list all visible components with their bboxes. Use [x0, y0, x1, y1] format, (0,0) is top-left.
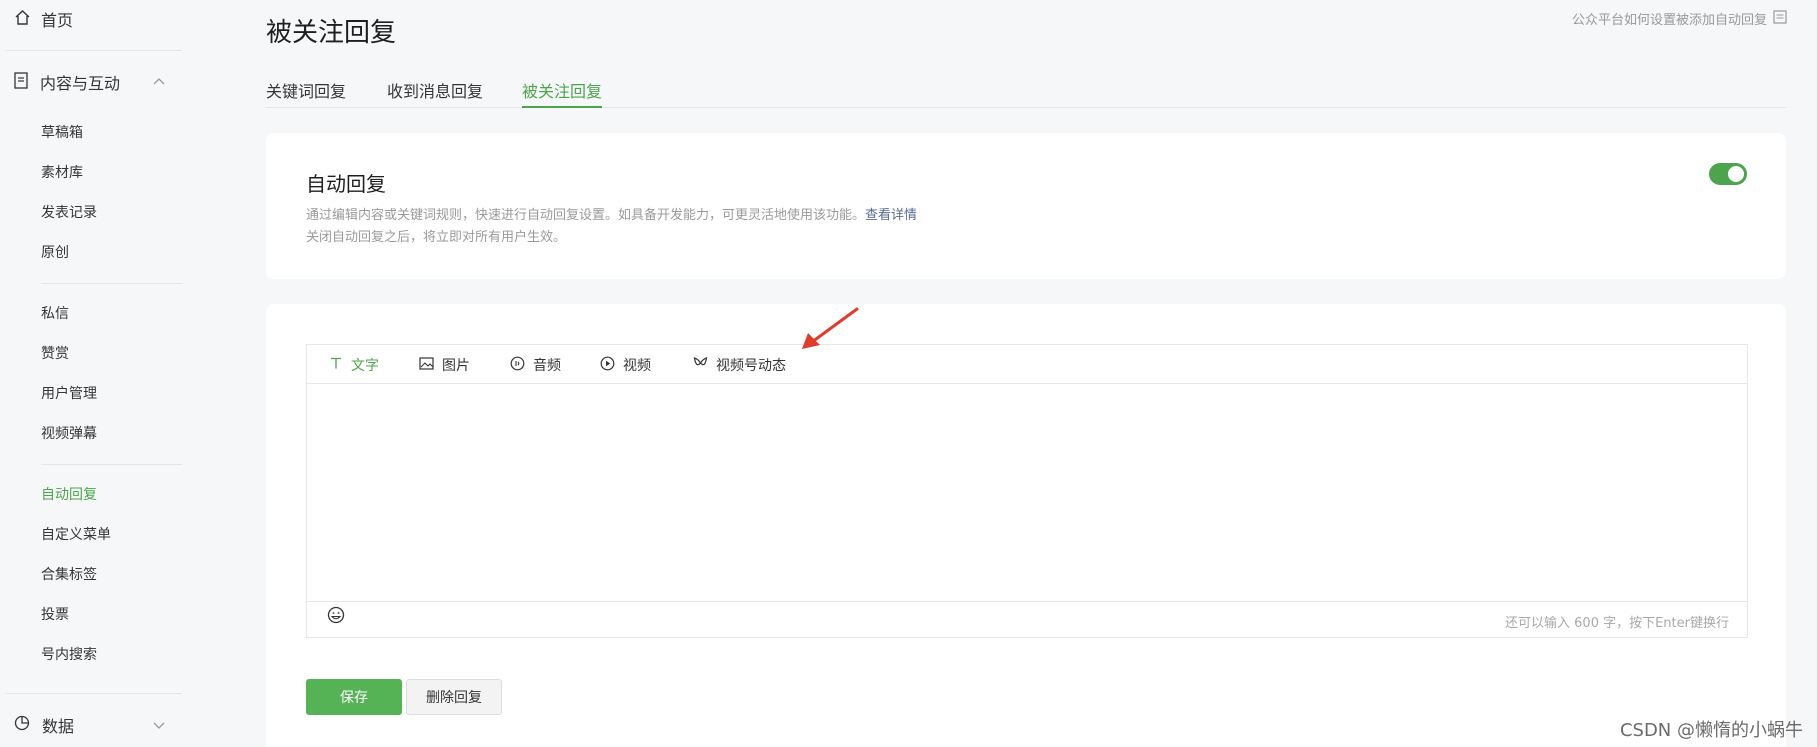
toggle-knob	[1728, 166, 1744, 182]
home-icon	[14, 9, 31, 30]
tab-video[interactable]: 视频	[600, 355, 651, 375]
sidebar-item-collection-tags[interactable]: 合集标签	[41, 565, 97, 585]
reply-tabs: 关键词回复 收到消息回复 被关注回复	[266, 78, 1786, 108]
save-button[interactable]: 保存	[306, 679, 402, 715]
sidebar-item-video-danmaku[interactable]: 视频弹幕	[41, 424, 97, 444]
auto-reply-card: 自动回复 通过编辑内容或关键词规则，快速进行自动回复设置。如具备开发能力，可更灵…	[266, 133, 1786, 279]
char-counter: 还可以输入 600 字，按下Enter键换行	[1505, 616, 1729, 631]
sidebar-section-content[interactable]: 内容与互动	[14, 67, 176, 97]
help-link-label: 公众平台如何设置被添加自动回复	[1571, 13, 1767, 28]
help-link[interactable]: 公众平台如何设置被添加自动回复	[1572, 9, 1787, 28]
sidebar-divider	[41, 283, 182, 284]
document-icon	[14, 71, 28, 93]
tab-label: 视频号动态	[716, 358, 786, 374]
sidebar-item-rewards[interactable]: 赞赏	[41, 344, 69, 364]
sidebar: 首页 内容与互动 草稿箱 素材库 发表记录 原创 私信 赞赏 用户管理 视频弹幕…	[0, 0, 182, 747]
sidebar-item-home[interactable]: 首页	[14, 6, 73, 32]
pie-chart-icon	[14, 715, 30, 735]
description-note: 关闭自动回复之后，将立即对所有用户生效。	[306, 230, 567, 245]
tab-label: 音频	[533, 358, 561, 374]
text-icon	[329, 356, 343, 374]
tab-message-reply[interactable]: 收到消息回复	[387, 78, 483, 108]
auto-reply-toggle[interactable]	[1709, 163, 1747, 185]
sidebar-item-original[interactable]: 原创	[41, 243, 69, 263]
image-icon	[419, 356, 434, 374]
delete-reply-button[interactable]: 删除回复	[406, 679, 502, 715]
editor-type-tabs: 文字 图片 音频 视频 视频号动态	[307, 345, 1747, 384]
sidebar-item-user-management[interactable]: 用户管理	[41, 384, 97, 404]
chevron-up-icon	[152, 74, 166, 93]
sidebar-item-auto-reply[interactable]: 自动回复	[41, 485, 97, 505]
sidebar-section-label: 内容与互动	[40, 74, 121, 93]
sidebar-item-messages[interactable]: 私信	[41, 304, 69, 324]
details-link[interactable]: 查看详情	[865, 208, 917, 223]
reply-editor: 文字 图片 音频 视频 视频号动态 还可以输入 600 字，按下Enter键换行	[306, 344, 1748, 638]
video-icon	[600, 356, 615, 375]
editor-footer: 还可以输入 600 字，按下Enter键换行	[307, 601, 1747, 638]
document-icon	[1773, 9, 1787, 28]
tab-keyword-reply[interactable]: 关键词回复	[266, 78, 346, 108]
tab-text[interactable]: 文字	[329, 355, 379, 375]
auto-reply-title: 自动回复	[306, 172, 386, 196]
tab-image[interactable]: 图片	[419, 355, 470, 375]
description-text: 通过编辑内容或关键词规则，快速进行自动回复设置。如具备开发能力，可更灵活地使用该…	[306, 208, 866, 223]
sidebar-divider	[41, 464, 182, 465]
reply-editor-card: 文字 图片 音频 视频 视频号动态 还可以输入 600 字，按下Enter键换行…	[266, 304, 1786, 747]
sidebar-item-vote[interactable]: 投票	[41, 605, 69, 625]
watermark: CSDN @懒惰的小蜗牛	[1619, 720, 1803, 741]
sidebar-item-drafts[interactable]: 草稿箱	[41, 123, 83, 143]
tab-audio[interactable]: 音频	[510, 355, 561, 375]
sidebar-divider	[5, 693, 182, 694]
channels-icon	[693, 356, 708, 374]
page-title: 被关注回复	[266, 18, 397, 48]
emoji-icon[interactable]	[327, 606, 345, 628]
tab-label: 图片	[442, 358, 470, 374]
auto-reply-description: 通过编辑内容或关键词规则，快速进行自动回复设置。如具备开发能力，可更灵活地使用该…	[306, 205, 917, 249]
sidebar-section-label: 数据	[42, 717, 75, 736]
chevron-down-icon	[152, 717, 166, 736]
sidebar-divider	[5, 50, 182, 51]
tab-follow-reply[interactable]: 被关注回复	[522, 78, 603, 108]
tab-label: 文字	[351, 358, 379, 374]
sidebar-item-materials[interactable]: 素材库	[41, 163, 83, 183]
sidebar-item-publish-records[interactable]: 发表记录	[41, 203, 97, 223]
sidebar-item-custom-menu[interactable]: 自定义菜单	[41, 525, 111, 545]
sidebar-section-data[interactable]: 数据	[14, 710, 176, 740]
reply-text-input[interactable]	[307, 385, 1747, 601]
audio-icon	[510, 356, 525, 375]
tab-channels[interactable]: 视频号动态	[693, 355, 786, 375]
tab-label: 视频	[623, 358, 651, 374]
sidebar-item-label: 首页	[41, 11, 74, 30]
sidebar-item-search[interactable]: 号内搜索	[41, 645, 97, 665]
annotation-arrow-icon	[802, 307, 859, 349]
